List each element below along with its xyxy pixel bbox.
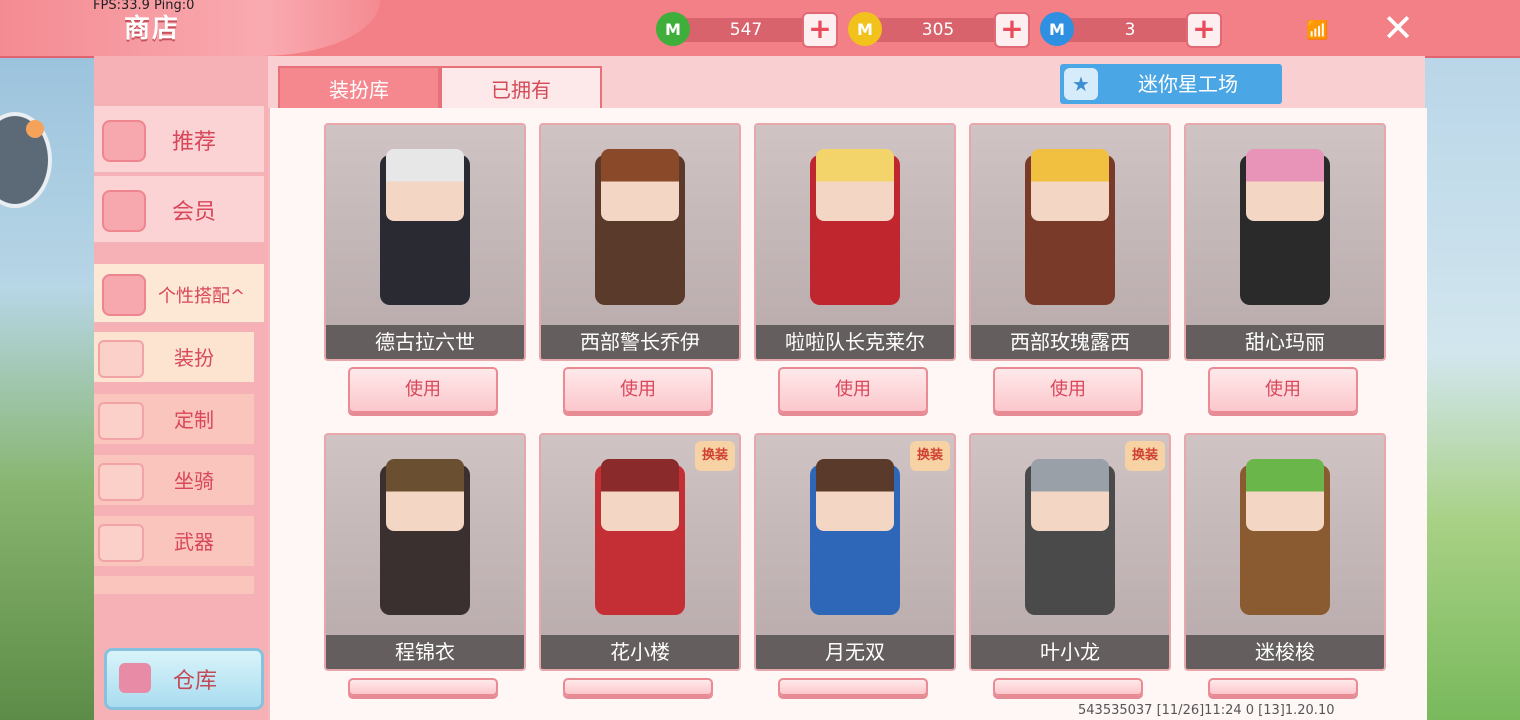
chest-icon — [119, 663, 151, 693]
character-head — [816, 459, 894, 531]
pencil-icon — [98, 402, 144, 440]
character-head — [386, 149, 464, 221]
skin-card[interactable]: 西部警长乔伊 — [539, 123, 741, 361]
thumbs-up-icon — [102, 120, 146, 162]
subcategory-custom[interactable]: 定制 — [94, 394, 254, 444]
skin-name: 程锦衣 — [326, 635, 524, 669]
skin-card[interactable]: 迷梭梭 — [1184, 433, 1386, 671]
character-head — [1031, 459, 1109, 531]
swap-badge-icon: 换装 — [695, 441, 735, 471]
character-head — [1246, 459, 1324, 531]
flower-icon — [102, 274, 146, 316]
swap-badge-icon: 换装 — [910, 441, 950, 471]
skin-card[interactable]: 西部玫瑰露西 — [969, 123, 1171, 361]
skin-name: 西部玫瑰露西 — [971, 325, 1169, 359]
use-button[interactable]: 使用 — [563, 678, 713, 696]
mount-icon — [98, 463, 144, 501]
use-button[interactable]: 使用 — [563, 367, 713, 413]
use-button[interactable]: 使用 — [778, 367, 928, 413]
use-button[interactable]: 使用 — [1208, 678, 1358, 696]
subcategory-outfit[interactable]: 装扮 — [94, 332, 254, 382]
gun-icon — [98, 524, 144, 562]
signal-icon: 📶 — [1306, 20, 1329, 41]
skin-card[interactable]: 换装月无双 — [754, 433, 956, 671]
tab-outfit-library[interactable]: 装扮库 — [278, 66, 440, 114]
close-icon[interactable]: ✕ — [1378, 8, 1418, 48]
character-head — [1031, 149, 1109, 221]
character-head — [601, 459, 679, 531]
skin-name: 叶小龙 — [971, 635, 1169, 669]
category-vip[interactable]: 会员 — [94, 176, 264, 243]
subcategory-mount[interactable]: 坐骑 — [94, 455, 254, 505]
star-icon: ★ — [1064, 68, 1098, 100]
footer-info: 543535037 [11/26]11:24 0 [13]1.20.10 — [1078, 703, 1335, 718]
character-head — [386, 459, 464, 531]
skin-name: 甜心玛丽 — [1186, 325, 1384, 359]
top-bar: FPS:33.9 Ping:0 商店 M 547 + M 305 + M 3 +… — [0, 0, 1520, 58]
character-head — [601, 149, 679, 221]
tab-bar: 装扮库 已拥有 ★ 迷你星工场 — [268, 56, 1425, 114]
skin-name: 德古拉六世 — [326, 325, 524, 359]
character-head — [1246, 149, 1324, 221]
use-button[interactable]: 使用 — [993, 367, 1143, 413]
tab-owned[interactable]: 已拥有 — [440, 66, 602, 114]
category-sidebar: 推荐 会员 个性搭配^ 装扮 定制 坐骑 武器 仓库 — [94, 56, 270, 720]
skin-name: 花小楼 — [541, 635, 739, 669]
add-blue-coin-button[interactable]: + — [1186, 12, 1222, 48]
vip-icon — [102, 190, 146, 232]
warehouse-button[interactable]: 仓库 — [104, 648, 264, 710]
background-right — [1424, 56, 1520, 720]
page-title: 商店 — [124, 14, 181, 44]
skin-name: 迷梭梭 — [1186, 635, 1384, 669]
category-recommend[interactable]: 推荐 — [94, 106, 264, 173]
skin-card[interactable]: 程锦衣 — [324, 433, 526, 671]
skin-card[interactable]: 啦啦队长克莱尔 — [754, 123, 956, 361]
skin-card[interactable]: 德古拉六世 — [324, 123, 526, 361]
use-button[interactable]: 使用 — [1208, 367, 1358, 413]
add-green-coin-button[interactable]: + — [802, 12, 838, 48]
use-button[interactable]: 使用 — [778, 678, 928, 696]
skin-name: 啦啦队长克莱尔 — [756, 325, 954, 359]
subcategory-more[interactable] — [94, 576, 254, 594]
use-button[interactable]: 使用 — [993, 678, 1143, 696]
shirt-icon — [98, 340, 144, 378]
skin-name: 西部警长乔伊 — [541, 325, 739, 359]
skin-grid: 德古拉六世 使用 西部警长乔伊 使用 啦啦队长克莱尔 使用 西部玫瑰露西 使用 甜心玛丽 使用 程锦… — [268, 108, 1427, 720]
use-button[interactable]: 使用 — [348, 678, 498, 696]
swap-badge-icon: 换装 — [1125, 441, 1165, 471]
skin-card[interactable]: 甜心玛丽 — [1184, 123, 1386, 361]
skin-card[interactable]: 换装叶小龙 — [969, 433, 1171, 671]
skin-card[interactable]: 换装花小楼 — [539, 433, 741, 671]
skin-name: 月无双 — [756, 635, 954, 669]
add-gold-coin-button[interactable]: + — [994, 12, 1030, 48]
subcategory-weapon[interactable]: 武器 — [94, 516, 254, 566]
character-head — [816, 149, 894, 221]
mini-workshop-button[interactable]: ★ 迷你星工场 — [1060, 64, 1282, 104]
use-button[interactable]: 使用 — [348, 367, 498, 413]
category-style[interactable]: 个性搭配^ — [94, 264, 264, 323]
